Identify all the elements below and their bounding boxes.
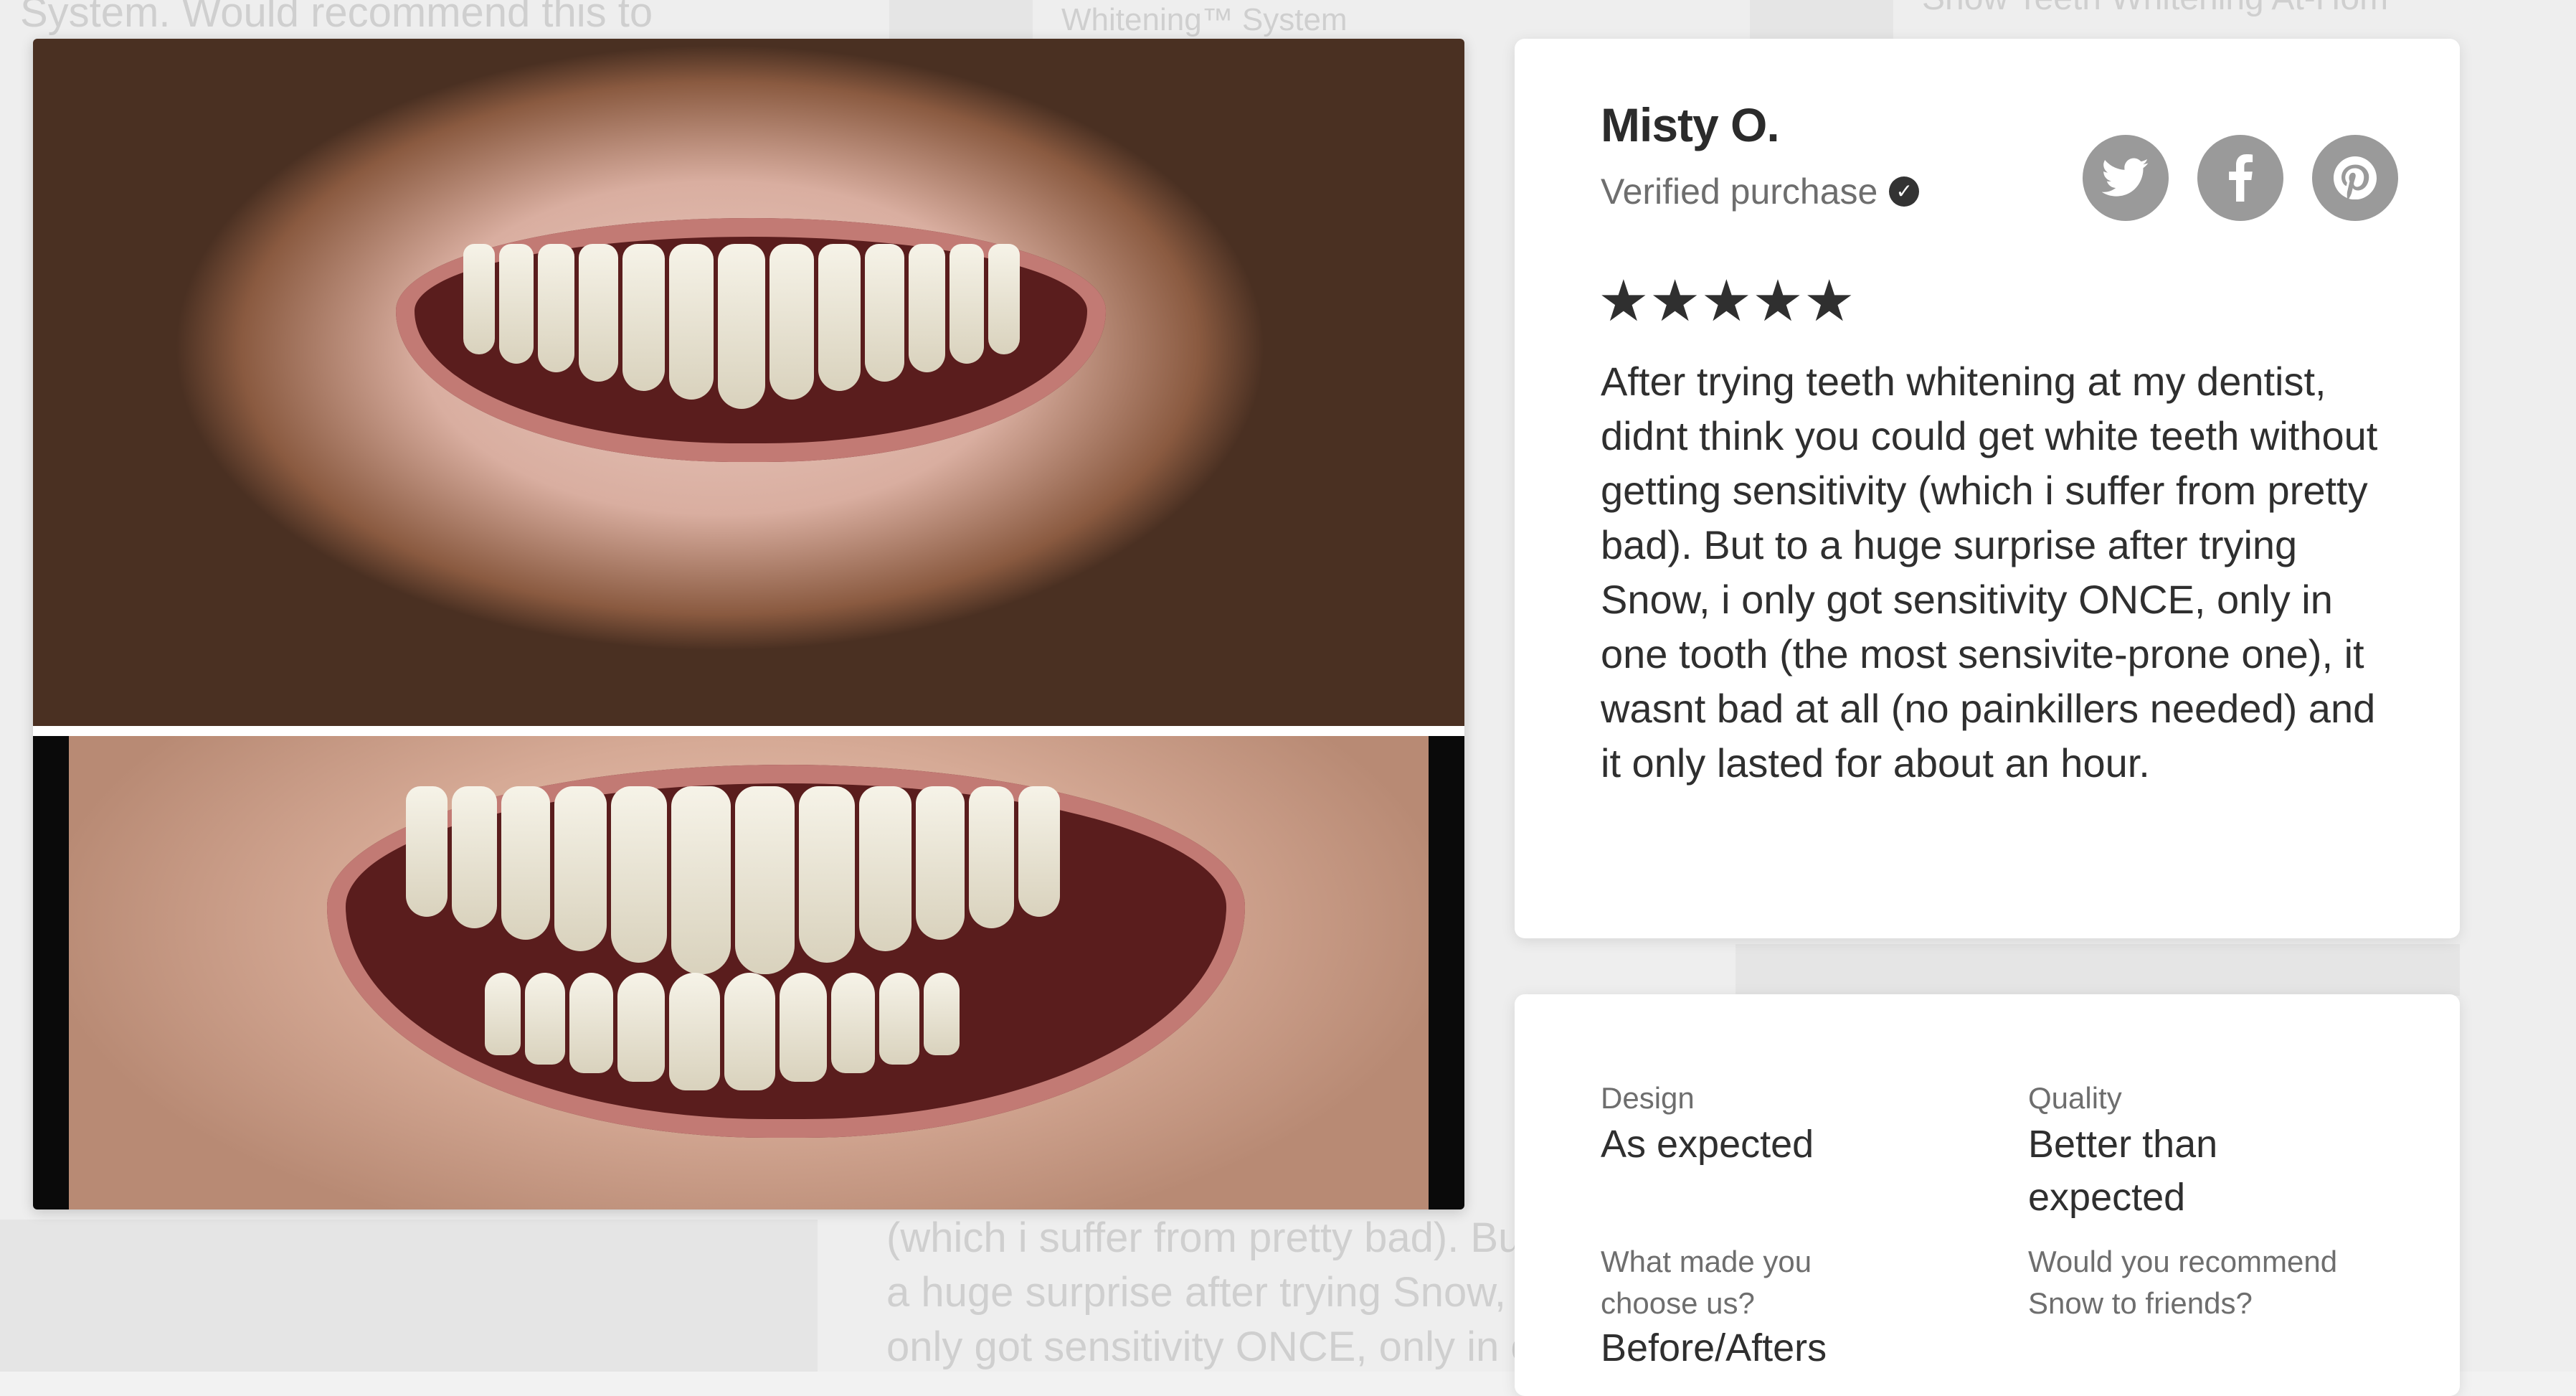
recommend-label: Would you recommend Snow to friends?	[2028, 1245, 2338, 1320]
tooth	[909, 244, 945, 372]
backdrop-thumbnail	[889, 0, 1033, 39]
tooth	[865, 244, 904, 382]
tooth	[724, 973, 775, 1090]
before-teeth	[463, 244, 1020, 409]
tooth	[799, 786, 855, 963]
after-photo	[33, 736, 1464, 1209]
tooth	[499, 244, 534, 364]
star-rating: ★★★★★	[1598, 269, 1855, 333]
tooth	[780, 973, 827, 1082]
tooth	[406, 786, 448, 917]
tooth	[879, 973, 919, 1065]
tooth	[950, 244, 984, 364]
tooth	[924, 973, 960, 1055]
tooth	[569, 973, 613, 1073]
tooth	[671, 786, 731, 974]
tooth	[831, 973, 875, 1073]
tooth	[669, 973, 720, 1090]
design-label: Design	[1601, 1081, 1695, 1115]
review-text: After trying teeth whitening at my denti…	[1601, 359, 2378, 786]
review-details-card: Design As expected Quality Better than e…	[1515, 994, 2460, 1396]
after-lower-teeth	[485, 973, 960, 1090]
tooth	[770, 244, 814, 400]
tooth	[669, 244, 714, 400]
share-pinterest-button[interactable]	[2312, 135, 2398, 221]
after-photo-face	[69, 736, 1429, 1209]
choose-us-label: What made you choose us?	[1601, 1245, 1812, 1320]
tooth	[735, 786, 795, 974]
tooth	[718, 244, 765, 409]
backdrop-thumbnail	[1750, 0, 1893, 39]
tooth	[485, 973, 521, 1055]
share-twitter-button[interactable]	[2083, 135, 2169, 221]
twitter-icon	[2102, 158, 2149, 197]
design-value: As expected	[1601, 1123, 1814, 1166]
tooth	[554, 786, 607, 951]
tooth	[463, 244, 495, 354]
backdrop-text: Snow Teeth Whitening At-Hom	[1922, 0, 2388, 26]
backdrop-text: a huge surprise after trying Snow, i	[886, 1269, 1528, 1316]
tooth	[617, 973, 665, 1082]
tooth	[916, 786, 965, 940]
choose-us-value: Before/Afters	[1601, 1326, 1827, 1369]
tooth	[452, 786, 497, 928]
tooth	[622, 244, 665, 391]
backdrop-text: System. Would recommend this to	[20, 0, 653, 36]
check-circle-icon: ✓	[1889, 176, 1920, 207]
backdrop-text: (which i suffer from pretty bad). But to	[886, 1215, 1579, 1261]
tooth	[988, 244, 1020, 354]
tooth	[818, 244, 861, 391]
verified-purchase: Verified purchase ✓	[1601, 171, 1920, 212]
before-photo	[33, 39, 1464, 726]
pinterest-icon	[2334, 156, 2377, 199]
quality-value: Better than expected	[2028, 1123, 2218, 1219]
after-upper-teeth	[406, 786, 1060, 974]
verified-label: Verified purchase	[1601, 171, 1878, 212]
review-card: Misty O. Verified purchase ✓ ★★★★★ After…	[1515, 39, 2460, 938]
backdrop-text: only got sensitivity ONCE, only in one	[886, 1324, 1581, 1370]
tooth	[611, 786, 667, 963]
tooth	[501, 786, 550, 940]
before-after-photo[interactable]	[33, 39, 1464, 1209]
tooth	[538, 244, 574, 372]
backdrop-photo	[0, 1220, 818, 1372]
facebook-icon	[2229, 154, 2253, 202]
tooth	[859, 786, 911, 951]
quality-label: Quality	[2028, 1081, 2122, 1115]
tooth	[1018, 786, 1060, 917]
tooth	[579, 244, 618, 382]
share-facebook-button[interactable]	[2197, 135, 2283, 221]
tooth	[969, 786, 1014, 928]
tooth	[525, 973, 565, 1065]
reviewer-name: Misty O.	[1601, 98, 1780, 151]
backdrop-photo-strip	[1736, 944, 2460, 996]
